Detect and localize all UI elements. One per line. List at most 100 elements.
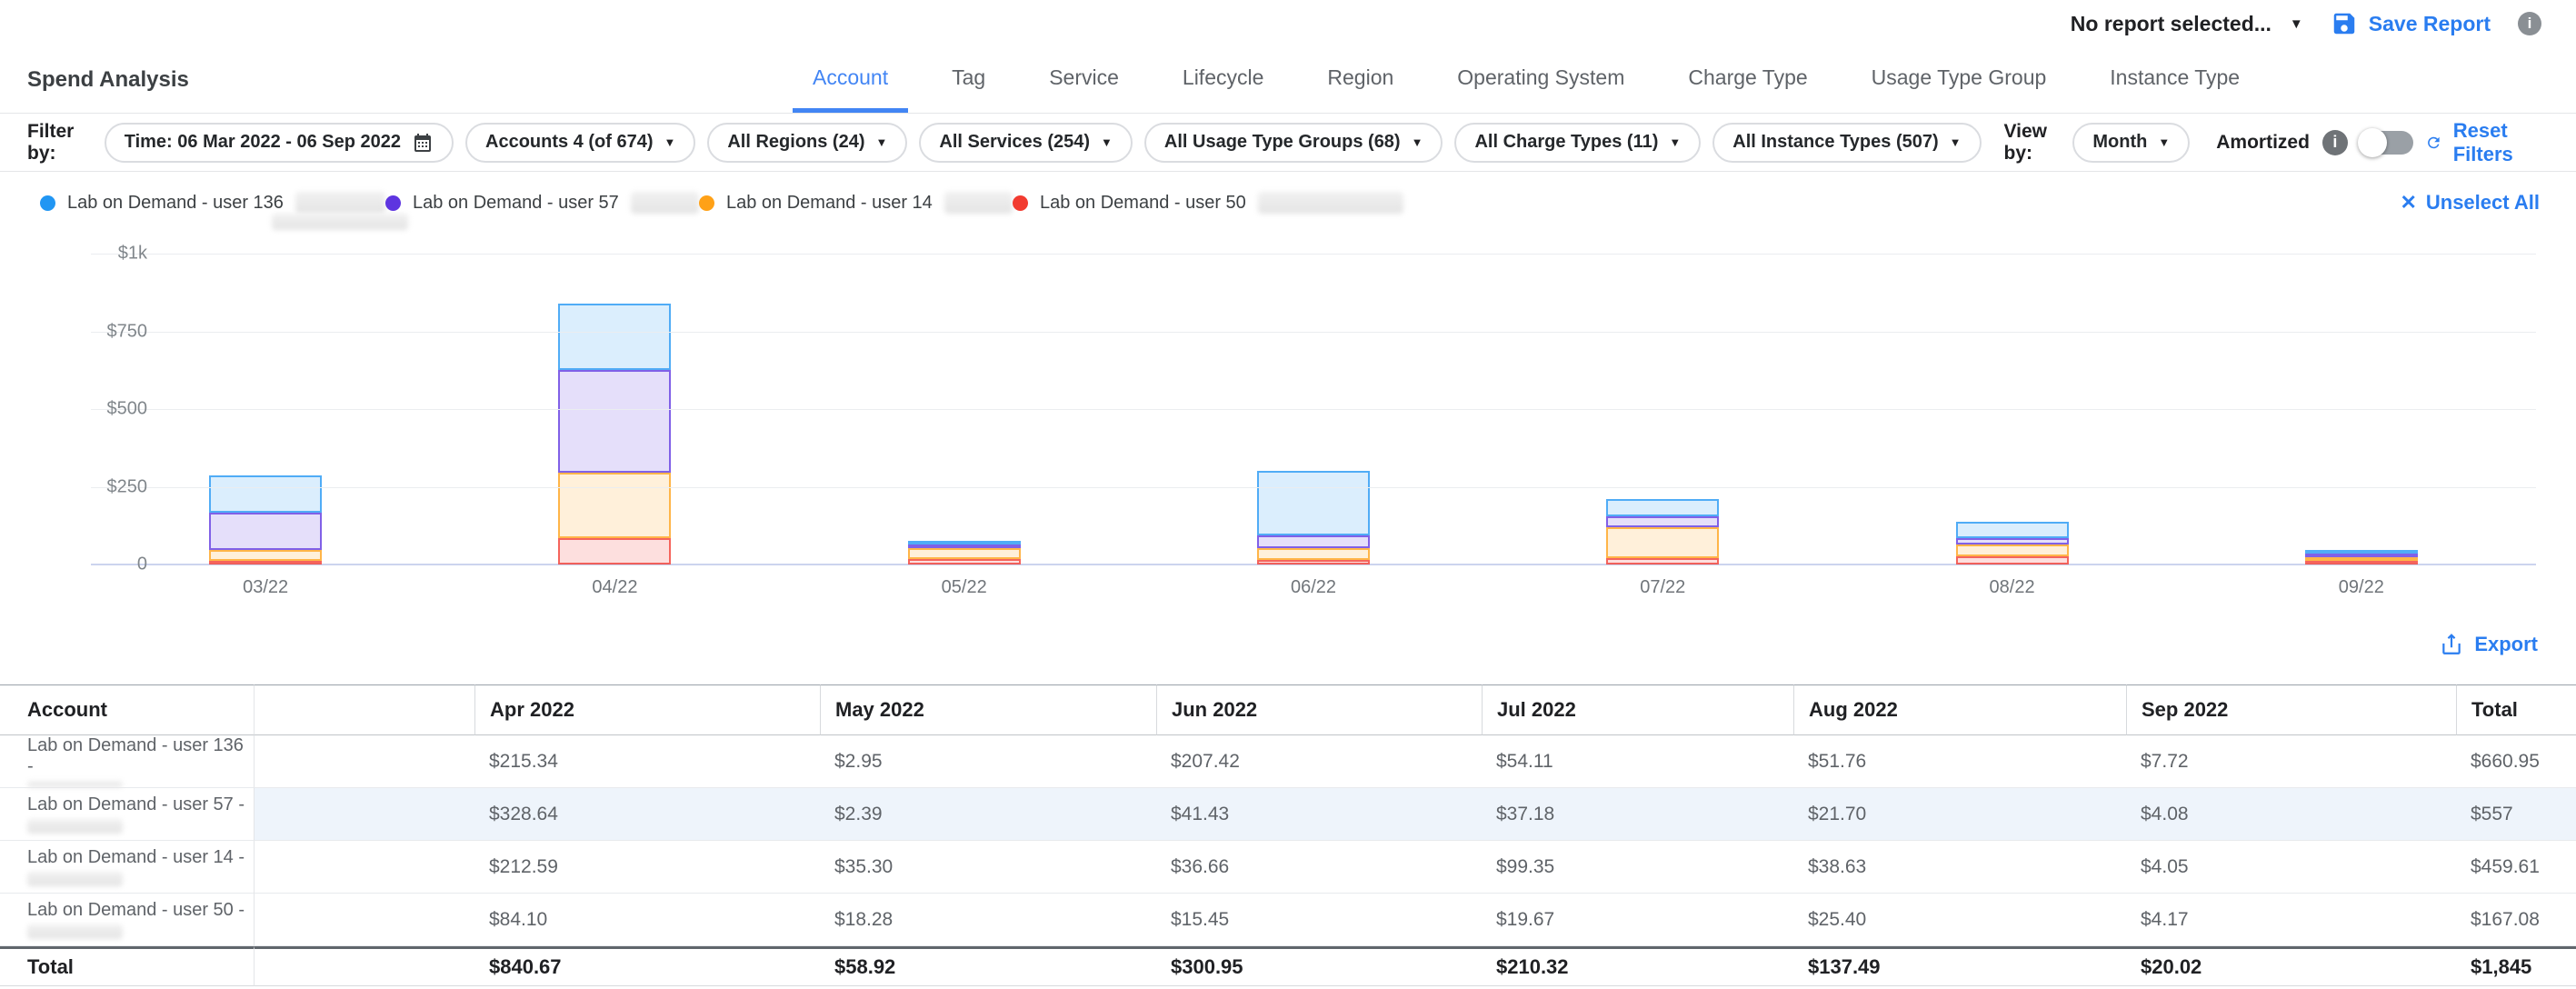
filter-pill-all-regions[interactable]: All Regions (24) ▼ — [707, 123, 907, 163]
report-selector-dropdown[interactable]: No report selected... ▼ — [2071, 12, 2303, 36]
filter-pill-all-services[interactable]: All Services (254)▼ — [919, 123, 1133, 163]
y-axis-tick-label: 0 — [95, 554, 147, 575]
x-axis-label: 05/22 — [790, 577, 1139, 598]
bar-segment-lab-on-demand-user-136 — [1606, 499, 1719, 516]
export-icon — [2440, 633, 2463, 656]
filter-pill-all-instance-types[interactable]: All Instance Types (507)▼ — [1712, 123, 1981, 163]
filter-pill-accounts-4[interactable]: Accounts 4 (of 674)▼ — [465, 123, 695, 163]
tab-service[interactable]: Service — [1029, 65, 1139, 113]
redacted-text — [944, 192, 1013, 214]
table-cell-value: $21.70 — [1793, 788, 2126, 841]
total-row-spacer — [255, 946, 474, 986]
tab-region[interactable]: Region — [1307, 65, 1413, 113]
bar-segment-lab-on-demand-user-57 — [1956, 538, 2069, 544]
column-header-apr-2022[interactable]: Apr 2022 — [474, 684, 820, 735]
table-cell-total: $459.61 — [2456, 841, 2576, 894]
unselect-all-label: Unselect All — [2426, 191, 2540, 215]
calendar-icon — [412, 132, 434, 154]
legend-label: Lab on Demand - user 14 — [726, 193, 933, 214]
save-report-button[interactable]: Save Report — [2331, 10, 2491, 37]
stacked-bar-04-22[interactable] — [558, 304, 671, 564]
bar-segment-lab-on-demand-user-14 — [1257, 548, 1370, 560]
amortized-control: Amortized i — [2216, 130, 2413, 155]
table-cell-total: $167.08 — [2456, 894, 2576, 946]
gridline — [91, 332, 2536, 333]
legend-item-lab-on-demand-user-14[interactable]: Lab on Demand - user 14 — [699, 172, 1013, 234]
tab-instance-type[interactable]: Instance Type — [2090, 65, 2260, 113]
stacked-bar-03-22[interactable] — [209, 475, 322, 564]
stacked-bar-07-22[interactable] — [1606, 499, 1719, 564]
filter-pill-label: All Regions (24) — [727, 132, 864, 153]
stacked-bar-06-22[interactable] — [1257, 471, 1370, 564]
x-axis-label: 04/22 — [440, 577, 789, 598]
column-header-jul-2022[interactable]: Jul 2022 — [1482, 684, 1793, 735]
column-header-account[interactable]: Account — [0, 684, 255, 735]
chevron-down-icon: ▼ — [1669, 135, 1681, 149]
amortized-info-icon[interactable]: i — [2322, 130, 2348, 155]
gridline — [91, 487, 2536, 488]
bar-segment-lab-on-demand-user-50 — [1257, 560, 1370, 564]
dimension-tabs: Account Tag Service Lifecycle Region Operatin… — [793, 65, 2260, 113]
report-selector-label: No report selected... — [2071, 12, 2271, 36]
tab-lifecycle[interactable]: Lifecycle — [1163, 65, 1283, 113]
tab-tag[interactable]: Tag — [932, 65, 1005, 113]
bar-segment-lab-on-demand-user-14 — [1956, 544, 2069, 556]
top-bar: No report selected... ▼ Save Report i — [0, 0, 2576, 47]
export-button[interactable]: Export — [2440, 633, 2538, 656]
stacked-bar-05-22[interactable] — [908, 541, 1021, 564]
column-header-total[interactable]: Total — [2456, 684, 2576, 735]
filter-pill-label: All Instance Types (507) — [1732, 132, 1938, 153]
x-axis-labels: 03/2204/2205/2206/2207/2208/2209/22 — [91, 577, 2536, 598]
table-cell-value: $215.34 — [474, 735, 820, 788]
redacted-text — [631, 192, 699, 214]
stacked-bar-08-22[interactable] — [1956, 522, 2069, 564]
page-title: Spend Analysis — [27, 67, 189, 93]
table-cell-value: $36.66 — [1156, 841, 1482, 894]
amortized-toggle[interactable] — [2361, 131, 2413, 155]
total-row-value: $300.95 — [1156, 946, 1482, 986]
reset-filters-button[interactable]: Reset Filters — [2425, 119, 2540, 166]
legend-item-lab-on-demand-user-136[interactable]: Lab on Demand - user 136 — [40, 172, 385, 234]
bar-segment-lab-on-demand-user-50 — [558, 538, 671, 564]
legend-item-lab-on-demand-user-50[interactable]: Lab on Demand - user 50 — [1013, 172, 1403, 234]
filter-pill-all-usage-type-groups[interactable]: All Usage Type Groups (68) ▼ — [1144, 123, 1443, 163]
y-axis-tick-label: $500 — [95, 399, 147, 420]
column-header-jun-2022[interactable]: Jun 2022 — [1156, 684, 1482, 735]
amortized-label: Amortized — [2216, 132, 2310, 154]
tab-charge-type[interactable]: Charge Type — [1668, 65, 1827, 113]
y-axis-tick-label: $750 — [95, 321, 147, 342]
column-header-may-2022[interactable]: May 2022 — [820, 684, 1156, 735]
filter-pill-label: All Usage Type Groups (68) — [1164, 132, 1401, 153]
chevron-down-icon: ▼ — [1412, 135, 1423, 149]
account-name: Lab on Demand - user 57 - — [27, 794, 245, 815]
table-cell-total: $660.95 — [2456, 735, 2576, 788]
save-icon — [2331, 10, 2358, 37]
stacked-bar-09-22[interactable] — [2305, 550, 2418, 564]
bar-segment-lab-on-demand-user-57 — [209, 513, 322, 550]
unselect-all-button[interactable]: ✕ Unselect All — [2400, 191, 2540, 215]
tab-usage-type-group[interactable]: Usage Type Group — [1852, 65, 2067, 113]
table-cell-value: $19.67 — [1482, 894, 1793, 946]
table-cell-spacer — [255, 735, 474, 788]
bar-segment-lab-on-demand-user-57 — [558, 370, 671, 472]
view-by-dropdown[interactable]: Month ▼ — [2072, 123, 2190, 163]
x-axis-label: 07/22 — [1488, 577, 1837, 598]
x-axis-label: 08/22 — [1837, 577, 2186, 598]
table-row-account: Lab on Demand - user 136 - — [0, 735, 255, 788]
filter-pill-all-charge-types[interactable]: All Charge Types (11)▼ — [1454, 123, 1701, 163]
column-header-sep-2022[interactable]: Sep 2022 — [2126, 684, 2456, 735]
chevron-down-icon: ▼ — [876, 135, 888, 149]
column-header-aug-2022[interactable]: Aug 2022 — [1793, 684, 2126, 735]
total-row-value: $210.32 — [1482, 946, 1793, 986]
info-icon[interactable]: i — [2518, 12, 2541, 35]
tab-operating-system[interactable]: Operating System — [1437, 65, 1644, 113]
table-cell-value: $2.39 — [820, 788, 1156, 841]
chart-legend: Lab on Demand - user 136Lab on Demand - … — [0, 172, 2576, 234]
table-row-account: Lab on Demand - user 14 - — [0, 841, 255, 894]
chevron-down-icon: ▼ — [1101, 135, 1113, 149]
filter-pill-time[interactable]: Time: 06 Mar 2022 - 06 Sep 2022 — [105, 123, 454, 163]
save-report-label: Save Report — [2369, 12, 2491, 36]
tab-account[interactable]: Account — [793, 65, 908, 113]
legend-item-lab-on-demand-user-57[interactable]: Lab on Demand - user 57 — [385, 172, 699, 234]
bar-segment-lab-on-demand-user-57 — [1257, 535, 1370, 548]
